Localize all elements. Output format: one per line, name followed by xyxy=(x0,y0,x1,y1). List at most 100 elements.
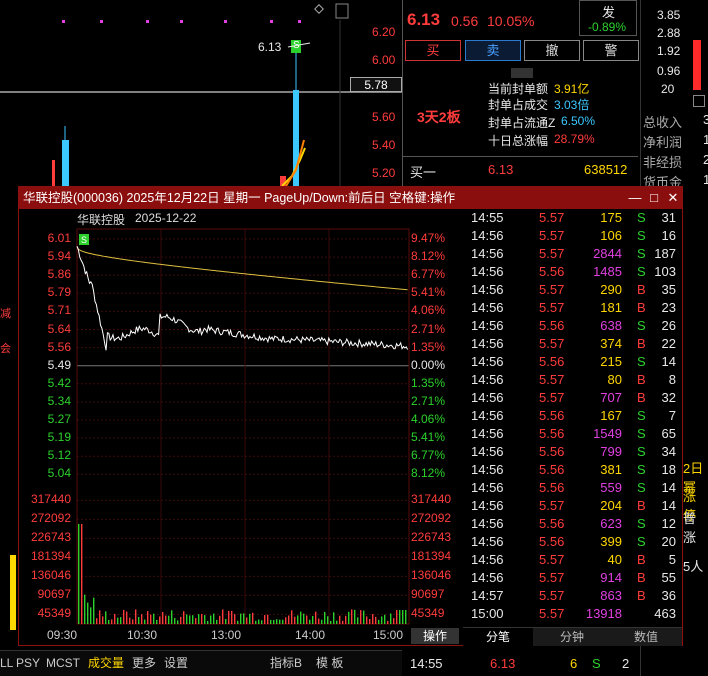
toolbar-item[interactable]: MCST xyxy=(46,653,80,673)
dialog-title-bar[interactable]: 华联控股(000036) 2025年12月22日 星期一 PageUp/Down… xyxy=(19,187,682,209)
trade-side: B xyxy=(637,552,646,567)
trade-price: 5.57 xyxy=(539,210,565,225)
pct-tick: 8.12% xyxy=(411,249,446,264)
trade-price: 5.56 xyxy=(539,264,565,279)
trade-count: 34 xyxy=(661,444,676,459)
toolbar-item[interactable]: 设置 xyxy=(164,653,188,673)
pct-tick: 1.35% xyxy=(411,339,446,354)
trade-price: 5.57 xyxy=(539,300,565,315)
trade-count: 36 xyxy=(661,588,676,603)
cancel-order-button[interactable]: 撤 xyxy=(524,40,580,61)
trade-count: 14 xyxy=(661,480,676,495)
trade-side: B xyxy=(637,390,646,405)
buy-button[interactable]: 买 xyxy=(405,40,461,61)
trade-row: 14:56 5.56 167 S 7 xyxy=(463,407,682,425)
toolbar-item[interactable]: LL xyxy=(0,653,13,673)
trade-count: 103 xyxy=(654,264,676,279)
trade-volume: 863 xyxy=(600,588,622,603)
trade-row: 14:56 5.56 1485 S 103 xyxy=(463,263,682,281)
trade-time: 14:56 xyxy=(471,516,504,531)
trade-volume: 2844 xyxy=(593,246,622,261)
trade-price: 5.57 xyxy=(539,606,565,621)
trade-volume: 40 xyxy=(607,552,622,567)
toolbar-item[interactable]: 成交量 xyxy=(88,653,124,673)
trade-side: B xyxy=(637,282,646,297)
trade-side: S xyxy=(637,264,646,279)
kline-tick: 5.60 xyxy=(372,110,396,124)
tab-values[interactable]: 数值 xyxy=(611,628,681,647)
trade-volume: 399 xyxy=(600,534,622,549)
volume-tick: 90697 xyxy=(411,587,445,602)
trade-count: 20 xyxy=(661,534,676,549)
trade-count: 32 xyxy=(661,390,676,405)
side-quote-pct: -0.89% xyxy=(588,20,627,34)
trade-row: 14:57 5.57 863 B 36 xyxy=(463,587,682,605)
left-remnant-label: 减 xyxy=(0,308,11,320)
trade-count: 18 xyxy=(661,462,676,477)
operate-button[interactable]: 操作 xyxy=(411,628,459,644)
trade-side: B xyxy=(637,372,646,387)
trade-price: 5.57 xyxy=(539,336,565,351)
trade-side: S xyxy=(637,444,646,459)
trade-volume: 374 xyxy=(600,336,622,351)
left-volume-bar xyxy=(10,555,16,630)
trade-volume: 175 xyxy=(600,210,622,225)
board-tag: 3天2板 xyxy=(417,109,461,125)
minimize-button[interactable]: — xyxy=(627,189,643,206)
toolbar-item[interactable]: 更多 xyxy=(132,653,156,673)
trade-volume: 707 xyxy=(600,390,622,405)
bottom-toolbar: LL PSY MCST 成交量 更多 设置 指标B 模 板 xyxy=(0,650,402,676)
kline-panel: 6.13 S 6.20 6.00 5.78 5.60 5.40 5.20 xyxy=(0,0,402,187)
pct-axis: 9.47% 8.12% 6.77% 5.41% 4.06% 2.71% 1.35% 0.00%… xyxy=(19,209,461,647)
trade-count: 14 xyxy=(661,498,676,513)
trade-side: S xyxy=(637,318,646,333)
alert-button[interactable]: 警 xyxy=(583,40,639,61)
trade-price: 5.56 xyxy=(539,444,565,459)
trade-count: 12 xyxy=(661,516,676,531)
pct-tick: 9.47% xyxy=(411,231,446,245)
trade-count: 187 xyxy=(654,246,676,261)
trade-row: 14:56 5.57 40 B 5 xyxy=(463,551,682,569)
trade-row: 14:56 5.56 638 S 26 xyxy=(463,317,682,335)
tab-minutes[interactable]: 分钟 xyxy=(537,628,607,647)
trade-count: 7 xyxy=(668,408,676,423)
trade-volume: 290 xyxy=(600,282,622,297)
volume-tick: 272092 xyxy=(411,511,452,526)
trade-row: 14:56 5.57 106 S 16 xyxy=(463,227,682,245)
bg-trade-count: 2 xyxy=(622,656,630,671)
fin-value: 1 xyxy=(703,172,708,187)
close-button[interactable]: ✕ xyxy=(665,189,681,206)
info-row-value: 3.91亿 xyxy=(554,82,590,96)
restore-button[interactable]: □ xyxy=(646,189,662,206)
info-row-label: 当前封单额 xyxy=(488,82,549,96)
trade-price: 5.57 xyxy=(539,372,565,387)
trade-side: B xyxy=(637,300,646,315)
pct-tick: 5.41% xyxy=(411,285,446,300)
trade-row: 14:56 5.57 80 B 8 xyxy=(463,371,682,389)
trade-count: 31 xyxy=(661,210,676,225)
side-quote-box[interactable]: 发 -0.89% xyxy=(579,0,637,36)
collapse-toggle[interactable] xyxy=(511,68,533,78)
toolbar-item[interactable]: 指标B xyxy=(270,653,302,673)
pct-tick: 0.00% xyxy=(411,357,446,372)
trade-side: B xyxy=(637,498,646,513)
pct-tick: 4.06% xyxy=(411,303,446,318)
trade-time: 14:56 xyxy=(471,462,504,477)
info-row-value: 6.50% xyxy=(561,114,596,128)
toolbar-item[interactable]: PSY xyxy=(16,653,40,673)
trade-row: 14:56 5.57 181 B 23 xyxy=(463,299,682,317)
toolbar-item[interactable]: 模 板 xyxy=(316,653,343,673)
trade-row: 14:56 5.57 374 B 22 xyxy=(463,335,682,353)
volume-tick: 45349 xyxy=(411,606,445,621)
right-axis-tick: 0.96 xyxy=(657,64,681,78)
trade-price: 5.56 xyxy=(539,516,565,531)
tab-ticks[interactable]: 分笔 xyxy=(463,628,533,647)
trade-count: 8 xyxy=(668,372,676,387)
trade-time: 15:00 xyxy=(471,606,504,621)
info-row-value: 3.03倍 xyxy=(554,98,590,112)
info-row-label: 封单占成交 xyxy=(488,98,549,112)
sell-button[interactable]: 卖 xyxy=(465,40,521,61)
info-row-value: 28.79% xyxy=(554,132,595,146)
side-quote-label: 发 xyxy=(602,5,616,20)
trade-side: S xyxy=(637,462,646,477)
